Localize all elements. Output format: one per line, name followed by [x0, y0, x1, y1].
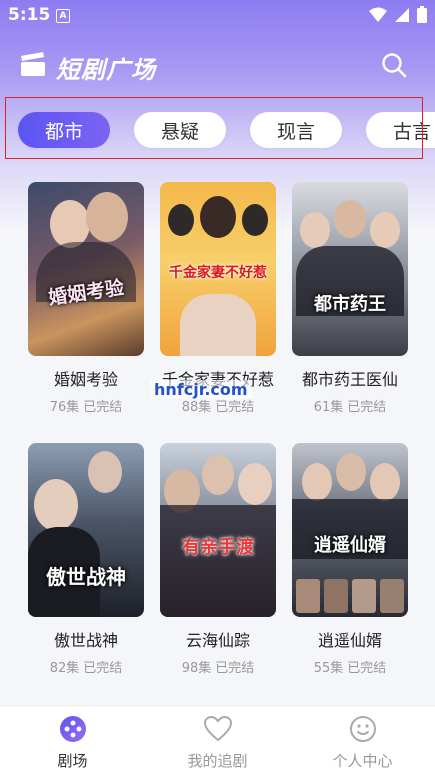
status-time: 5:15 — [8, 5, 51, 25]
drama-meta: 55集 已完结 — [292, 657, 408, 676]
drama-meta: 98集 已完结 — [160, 657, 276, 676]
drama-title: 都市药王医仙 — [301, 370, 398, 389]
drama-title: 云海仙踪 — [185, 631, 250, 650]
page-title: 短剧广场 — [56, 56, 156, 84]
episode-count: 55集 — [313, 661, 344, 676]
episode-count: 76集 — [49, 400, 80, 415]
poster-title: 有亲手渡 — [182, 537, 254, 558]
nav-label: 个人中心 — [332, 752, 393, 770]
nav-my-follows[interactable]: 我的追剧 — [145, 714, 290, 771]
drama-card[interactable]: 逍遥仙婿 逍遥仙婿 55集 已完结 — [292, 443, 408, 676]
poster-title: 千金家妻不好惹 — [169, 265, 267, 281]
drama-title: 婚姻考验 — [53, 370, 118, 389]
search-icon[interactable] — [381, 52, 407, 78]
completion-status: 已完结 — [215, 661, 255, 676]
heart-icon — [145, 714, 290, 744]
drama-poster: 婚姻考验 — [28, 182, 144, 356]
tab-dushi[interactable]: 都市 — [18, 112, 110, 148]
tab-label: 都市 — [44, 120, 83, 143]
drama-meta: 61集 已完结 — [292, 396, 408, 415]
drama-title: 傲世战神 — [53, 631, 118, 650]
drama-poster: 逍遥仙婿 — [292, 443, 408, 617]
drama-poster: 有亲手渡 — [160, 443, 276, 617]
drama-card[interactable]: 傲世战神 傲世战神 82集 已完结 — [28, 443, 144, 676]
episode-count: 98集 — [181, 661, 212, 676]
status-icons — [369, 6, 427, 23]
tab-xuanyi[interactable]: 悬疑 — [134, 112, 226, 148]
drama-poster: 千金家妻不好惹 — [160, 182, 276, 356]
completion-status: 已完结 — [347, 661, 387, 676]
signal-icon — [395, 7, 409, 22]
drama-card[interactable]: 有亲手渡 云海仙踪 98集 已完结 — [160, 443, 276, 676]
status-bar: 5:15 A — [0, 0, 435, 32]
nav-label: 剧场 — [57, 752, 88, 770]
battery-icon — [417, 6, 427, 23]
drama-poster: 都市药王 — [292, 182, 408, 356]
clapperboard-icon — [21, 52, 45, 76]
tab-xianyan[interactable]: 现言 — [250, 112, 342, 148]
episode-count: 88集 — [181, 400, 212, 415]
drama-meta: 76集 已完结 — [28, 396, 144, 415]
theater-icon — [0, 714, 145, 744]
episode-count: 82集 — [49, 661, 80, 676]
tab-label: 古言 — [392, 120, 431, 143]
tab-guyan[interactable]: 古言 — [366, 112, 435, 148]
smiley-icon — [290, 714, 435, 744]
episode-count: 61集 — [313, 400, 344, 415]
bottom-navigation: 剧场 我的追剧 个人中心 — [0, 705, 435, 776]
app-header: 短剧广场 — [0, 44, 435, 88]
completion-status: 已完结 — [83, 661, 123, 676]
drama-card[interactable]: 婚姻考验 婚姻考验 76集 已完结 — [28, 182, 144, 415]
completion-status: 已完结 — [347, 400, 387, 415]
nav-profile[interactable]: 个人中心 — [290, 714, 435, 771]
poster-title: 傲世战神 — [46, 565, 126, 589]
completion-status: 已完结 — [83, 400, 123, 415]
watermark: hnfcjr.com — [150, 380, 252, 399]
tab-label: 现言 — [276, 120, 315, 143]
category-tabs: 都市 悬疑 现言 古言 — [0, 112, 435, 152]
drama-title: 逍遥仙婿 — [317, 631, 382, 650]
poster-title: 都市药王 — [314, 294, 386, 315]
tab-label: 悬疑 — [160, 120, 199, 143]
nav-label: 我的追剧 — [187, 752, 248, 770]
nav-theater[interactable]: 剧场 — [0, 714, 145, 771]
wifi-icon — [369, 7, 387, 22]
drama-meta: 82集 已完结 — [28, 657, 144, 676]
drama-poster: 傲世战神 — [28, 443, 144, 617]
completion-status: 已完结 — [215, 400, 255, 415]
poster-title: 逍遥仙婿 — [314, 535, 386, 556]
drama-card[interactable]: 都市药王 都市药王医仙 61集 已完结 — [292, 182, 408, 415]
notification-icon: A — [56, 9, 70, 23]
